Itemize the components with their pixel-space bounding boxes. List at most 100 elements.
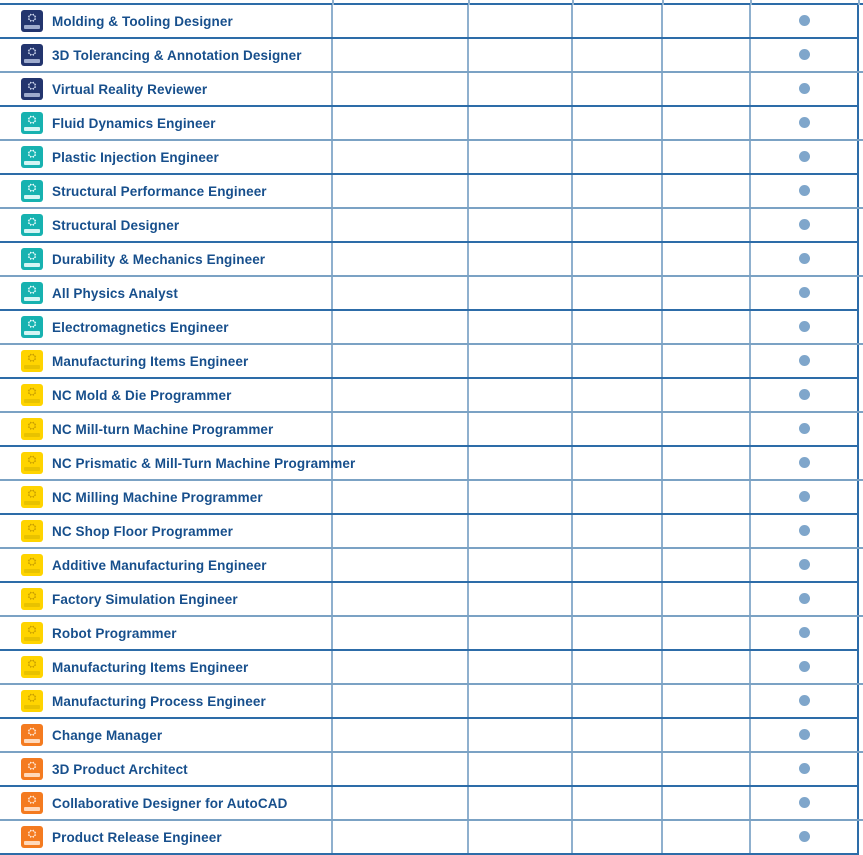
matrix-cell-col4[interactable] [661,378,750,413]
table-row[interactable]: ⛭ Manufacturing Process Engineer [0,684,863,719]
table-row[interactable]: ⛭ NC Prismatic & Mill-Turn Machine Progra… [0,446,863,481]
matrix-cell-col2[interactable] [467,480,572,515]
table-row[interactable]: ⛭ 3D Tolerancing & Annotation Designer [0,38,863,73]
matrix-cell-col2[interactable] [467,276,572,311]
matrix-cell-col3[interactable] [571,378,662,413]
matrix-cell-col3[interactable] [571,208,662,243]
matrix-cell-col1[interactable] [331,412,468,447]
matrix-cell-col5[interactable] [749,106,858,141]
matrix-cell-col1[interactable] [331,310,468,345]
product-name-cell[interactable]: ⛭ NC Prismatic & Mill-Turn Machine Progra… [0,446,355,481]
table-row[interactable]: ⛭ Factory Simulation Engineer [0,582,863,617]
matrix-cell-col3[interactable] [571,140,662,175]
matrix-cell-col5[interactable] [749,650,858,685]
matrix-cell-col4[interactable] [661,752,750,787]
matrix-cell-col4[interactable] [661,276,750,311]
matrix-cell-col1[interactable] [331,344,468,379]
matrix-cell-col4[interactable] [661,616,750,651]
matrix-cell-col1[interactable] [331,276,468,311]
matrix-cell-col3[interactable] [571,786,662,821]
table-row[interactable]: ⛭ Product Release Engineer [0,820,863,855]
product-name-cell[interactable]: ⛭ Electromagnetics Engineer [0,310,332,345]
product-name-cell[interactable]: ⛭ Virtual Reality Reviewer [0,72,332,107]
matrix-cell-col1[interactable] [331,548,468,583]
product-name-cell[interactable]: ⛭ NC Shop Floor Programmer [0,514,332,549]
matrix-cell-col3[interactable] [571,344,662,379]
matrix-cell-col4[interactable] [661,310,750,345]
product-name-cell[interactable]: ⛭ Additive Manufacturing Engineer [0,548,332,583]
matrix-cell-col3[interactable] [571,718,662,753]
matrix-cell-col3[interactable] [571,752,662,787]
matrix-cell-col5[interactable] [749,514,858,549]
product-name-cell[interactable]: ⛭ Molding & Tooling Designer [0,5,332,39]
matrix-cell-col4[interactable] [661,208,750,243]
table-row[interactable]: ⛭ NC Mill-turn Machine Programmer [0,412,863,447]
matrix-cell-col2[interactable] [467,548,572,583]
table-row[interactable]: ⛭ NC Shop Floor Programmer [0,514,863,549]
table-row[interactable]: ⛭ Robot Programmer [0,616,863,651]
matrix-cell-col4[interactable] [661,344,750,379]
matrix-cell-col4[interactable] [661,548,750,583]
matrix-cell-col2[interactable] [467,650,572,685]
table-row[interactable]: ⛭ Manufacturing Items Engineer [0,344,863,379]
matrix-cell-col1[interactable] [331,820,468,855]
matrix-cell-col4[interactable] [661,684,750,719]
matrix-cell-col2[interactable] [467,5,572,39]
matrix-cell-col1[interactable] [331,5,468,39]
product-name-cell[interactable]: ⛭ Durability & Mechanics Engineer [0,242,332,277]
matrix-cell-col5[interactable] [749,480,858,515]
matrix-cell-col1[interactable] [331,684,468,719]
product-name-cell[interactable]: ⛭ Structural Designer [0,208,332,243]
matrix-cell-col3[interactable] [571,174,662,209]
matrix-cell-col1[interactable] [331,752,468,787]
matrix-cell-col5[interactable] [749,72,858,107]
matrix-cell-col5[interactable] [749,310,858,345]
matrix-cell-col4[interactable] [661,5,750,39]
matrix-cell-col5[interactable] [749,446,858,481]
table-row[interactable]: ⛭ Collaborative Designer for AutoCAD [0,786,863,821]
product-name-cell[interactable]: ⛭ 3D Tolerancing & Annotation Designer [0,38,332,73]
matrix-cell-col5[interactable] [749,752,858,787]
matrix-cell-col1[interactable] [331,106,468,141]
matrix-cell-col2[interactable] [467,616,572,651]
matrix-cell-col1[interactable] [331,242,468,277]
matrix-cell-col3[interactable] [571,820,662,855]
matrix-cell-col5[interactable] [749,820,858,855]
matrix-cell-col3[interactable] [571,548,662,583]
matrix-cell-col2[interactable] [467,412,572,447]
table-row[interactable]: ⛭ 3D Product Architect [0,752,863,787]
matrix-cell-col2[interactable] [467,786,572,821]
matrix-cell-col2[interactable] [467,514,572,549]
matrix-cell-col4[interactable] [661,174,750,209]
matrix-cell-col1[interactable] [331,582,468,617]
matrix-cell-col1[interactable] [331,514,468,549]
matrix-cell-col2[interactable] [467,718,572,753]
product-name-cell[interactable]: ⛭ All Physics Analyst [0,276,332,311]
matrix-cell-col2[interactable] [467,38,572,73]
table-row[interactable]: ⛭ Molding & Tooling Designer [0,5,863,39]
matrix-cell-col3[interactable] [571,412,662,447]
matrix-cell-col3[interactable] [571,446,662,481]
matrix-cell-col2[interactable] [467,752,572,787]
table-row[interactable]: ⛭ Fluid Dynamics Engineer [0,106,863,141]
table-row[interactable]: ⛭ Electromagnetics Engineer [0,310,863,345]
matrix-cell-col2[interactable] [467,446,572,481]
product-name-cell[interactable]: ⛭ Collaborative Designer for AutoCAD [0,786,332,821]
matrix-cell-col2[interactable] [467,820,572,855]
product-name-cell[interactable]: ⛭ NC Mold & Die Programmer [0,378,332,413]
matrix-cell-col5[interactable] [749,548,858,583]
matrix-cell-col5[interactable] [749,242,858,277]
matrix-cell-col2[interactable] [467,174,572,209]
matrix-cell-col4[interactable] [661,650,750,685]
matrix-cell-col4[interactable] [661,242,750,277]
product-name-cell[interactable]: ⛭ NC Milling Machine Programmer [0,480,332,515]
matrix-cell-col4[interactable] [661,820,750,855]
matrix-cell-col2[interactable] [467,310,572,345]
matrix-cell-col3[interactable] [571,106,662,141]
matrix-cell-col4[interactable] [661,38,750,73]
product-name-cell[interactable]: ⛭ NC Mill-turn Machine Programmer [0,412,332,447]
matrix-cell-col5[interactable] [749,684,858,719]
matrix-cell-col5[interactable] [749,412,858,447]
product-name-cell[interactable]: ⛭ Manufacturing Items Engineer [0,650,332,685]
table-row[interactable]: ⛭ Plastic Injection Engineer [0,140,863,175]
